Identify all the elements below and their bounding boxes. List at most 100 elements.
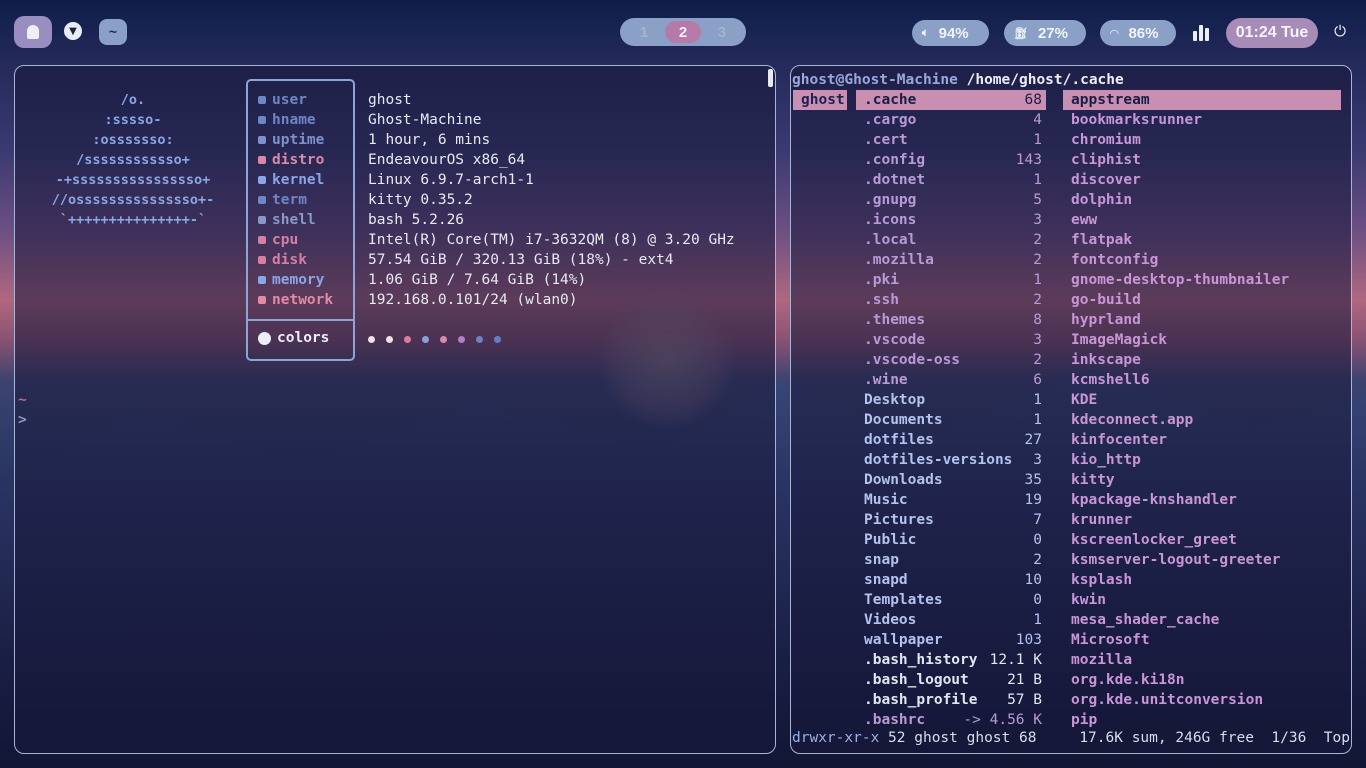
status-permissions: drwxr-xr-x	[792, 730, 880, 746]
workspace-2[interactable]: 2	[665, 21, 701, 43]
preview-row[interactable]: ImageMagick	[1063, 330, 1341, 350]
file-row[interactable]: .wine 6	[856, 370, 1046, 390]
logo-line: :sssso-	[104, 112, 162, 128]
file-size: 2	[1033, 252, 1042, 268]
file-row[interactable]: .vscode 3	[856, 330, 1046, 350]
preview-row[interactable]: kwin	[1063, 590, 1341, 610]
battery-widget[interactable]: ⛽︎ 27%	[1004, 20, 1086, 46]
preview-row[interactable]: kio_http	[1063, 450, 1341, 470]
preview-row[interactable]: bookmarksrunner	[1063, 110, 1341, 130]
file-row[interactable]: Desktop 1	[856, 390, 1046, 410]
file-row[interactable]: .config 143	[856, 150, 1046, 170]
file-row[interactable]: Public 0	[856, 530, 1046, 550]
preview-row[interactable]: go-build	[1063, 290, 1341, 310]
wifi-widget[interactable]: ◠ 86%	[1100, 20, 1176, 46]
file-row[interactable]: .bash_history 12.1 K	[856, 650, 1046, 670]
preview-row[interactable]: kdeconnect.app	[1063, 410, 1341, 430]
preview-row[interactable]: gnome-desktop-thumbnailer	[1063, 270, 1341, 290]
preview-row[interactable]: kscreenlocker_greet	[1063, 530, 1341, 550]
value-disk: 57.54 GiB / 320.13 GiB (18%) - ext4	[368, 252, 674, 268]
file-row[interactable]: .icons 3	[856, 210, 1046, 230]
file-name: .pki	[864, 272, 899, 288]
workspace-1[interactable]: 1	[626, 21, 662, 43]
parent-dir[interactable]: ghost	[793, 90, 847, 110]
value-shell: bash 5.2.26	[368, 212, 465, 228]
preview-row[interactable]: inkscape	[1063, 350, 1341, 370]
file-name: Public	[864, 532, 917, 548]
palette-dot	[386, 336, 393, 343]
preview-row[interactable]: kitty	[1063, 470, 1341, 490]
preview-row[interactable]: eww	[1063, 210, 1341, 230]
preview-row[interactable]: mozilla	[1063, 650, 1341, 670]
file-size: 6	[1033, 372, 1042, 388]
file-name: Documents	[864, 412, 943, 428]
preview-row[interactable]: org.kde.ki18n	[1063, 670, 1341, 690]
preview-row[interactable]: flatpak	[1063, 230, 1341, 250]
terminal-fetch[interactable]: /o. :sssso- :osssssso: /ssssssssssso+ -+…	[14, 65, 776, 754]
preview-row[interactable]: ksplash	[1063, 570, 1341, 590]
clock[interactable]: 01:24 Tue	[1226, 18, 1318, 48]
file-row[interactable]: wallpaper 103	[856, 630, 1046, 650]
home-button[interactable]: ~	[99, 19, 127, 45]
power-icon[interactable]: ⏻	[1331, 22, 1349, 40]
file-row[interactable]: dotfiles 27	[856, 430, 1046, 450]
workspace-3[interactable]: 3	[704, 21, 740, 43]
file-row[interactable]: snapd 10	[856, 570, 1046, 590]
preview-row[interactable]: mesa_shader_cache	[1063, 610, 1341, 630]
stats-icon[interactable]	[1193, 23, 1211, 41]
file-row[interactable]: .bash_logout 21 B	[856, 670, 1046, 690]
file-row[interactable]: .dotnet 1	[856, 170, 1046, 190]
file-row[interactable]: .local 2	[856, 230, 1046, 250]
preview-row[interactable]: cliphist	[1063, 150, 1341, 170]
file-row[interactable]: .cache 68	[856, 90, 1046, 110]
preview-list: appstream bookmarksrunner chromium cliphist…	[1063, 90, 1341, 730]
file-row[interactable]: .gnupg 5	[856, 190, 1046, 210]
scrollbar[interactable]	[768, 69, 773, 87]
preview-row[interactable]: chromium	[1063, 130, 1341, 150]
file-row[interactable]: .vscode-oss 2	[856, 350, 1046, 370]
preview-row[interactable]: Microsoft	[1063, 630, 1341, 650]
preview-row[interactable]: pip	[1063, 710, 1341, 730]
file-row[interactable]: .bash_profile 57 B	[856, 690, 1046, 710]
term-icon	[258, 196, 266, 204]
file-row[interactable]: .pki 1	[856, 270, 1046, 290]
preview-row[interactable]: appstream	[1063, 90, 1341, 110]
file-row[interactable]: .cert 1	[856, 130, 1046, 150]
file-row[interactable]: Templates 0	[856, 590, 1046, 610]
launcher-button[interactable]	[14, 16, 52, 48]
chevron-down-icon[interactable]: ▼	[64, 22, 82, 40]
preview-row[interactable]: KDE	[1063, 390, 1341, 410]
file-row[interactable]: .cargo 4	[856, 110, 1046, 130]
volume-widget[interactable]: 🔈︎ 94%	[912, 20, 989, 46]
file-size: 8	[1033, 312, 1042, 328]
file-row[interactable]: Music 19	[856, 490, 1046, 510]
file-size: 1	[1033, 132, 1042, 148]
uptime-icon	[258, 136, 266, 144]
preview-row[interactable]: org.kde.unitconversion	[1063, 690, 1341, 710]
file-row[interactable]: snap 2	[856, 550, 1046, 570]
preview-row[interactable]: hyprland	[1063, 310, 1341, 330]
preview-row[interactable]: fontconfig	[1063, 250, 1341, 270]
preview-row[interactable]: kcmshell6	[1063, 370, 1341, 390]
file-row[interactable]: Downloads 35	[856, 470, 1046, 490]
preview-row[interactable]: ksmserver-logout-greeter	[1063, 550, 1341, 570]
user-icon	[258, 96, 266, 104]
file-row[interactable]: Documents 1	[856, 410, 1046, 430]
file-row[interactable]: dotfiles-versions 3	[856, 450, 1046, 470]
file-row[interactable]: Videos 1	[856, 610, 1046, 630]
preview-row[interactable]: discover	[1063, 170, 1341, 190]
value-hname: Ghost-Machine	[368, 112, 482, 128]
preview-row[interactable]: kpackage-knshandler	[1063, 490, 1341, 510]
preview-row[interactable]: kinfocenter	[1063, 430, 1341, 450]
file-row[interactable]: Pictures 7	[856, 510, 1046, 530]
terminal-file-manager[interactable]: ghost@Ghost-Machine /home/ghost/.cache g…	[790, 65, 1352, 754]
file-row[interactable]: .bashrc -> 4.56 K	[856, 710, 1046, 730]
file-name: .local	[864, 232, 917, 248]
preview-row[interactable]: dolphin	[1063, 190, 1341, 210]
file-row[interactable]: .ssh 2	[856, 290, 1046, 310]
file-name: .bash_history	[864, 652, 978, 668]
preview-row[interactable]: krunner	[1063, 510, 1341, 530]
file-row[interactable]: .themes 8	[856, 310, 1046, 330]
current-dir-list: .cache 68 .cargo 4 .cert 1 .config 143 .dotnet 1.…	[856, 90, 1046, 730]
file-row[interactable]: .mozilla 2	[856, 250, 1046, 270]
